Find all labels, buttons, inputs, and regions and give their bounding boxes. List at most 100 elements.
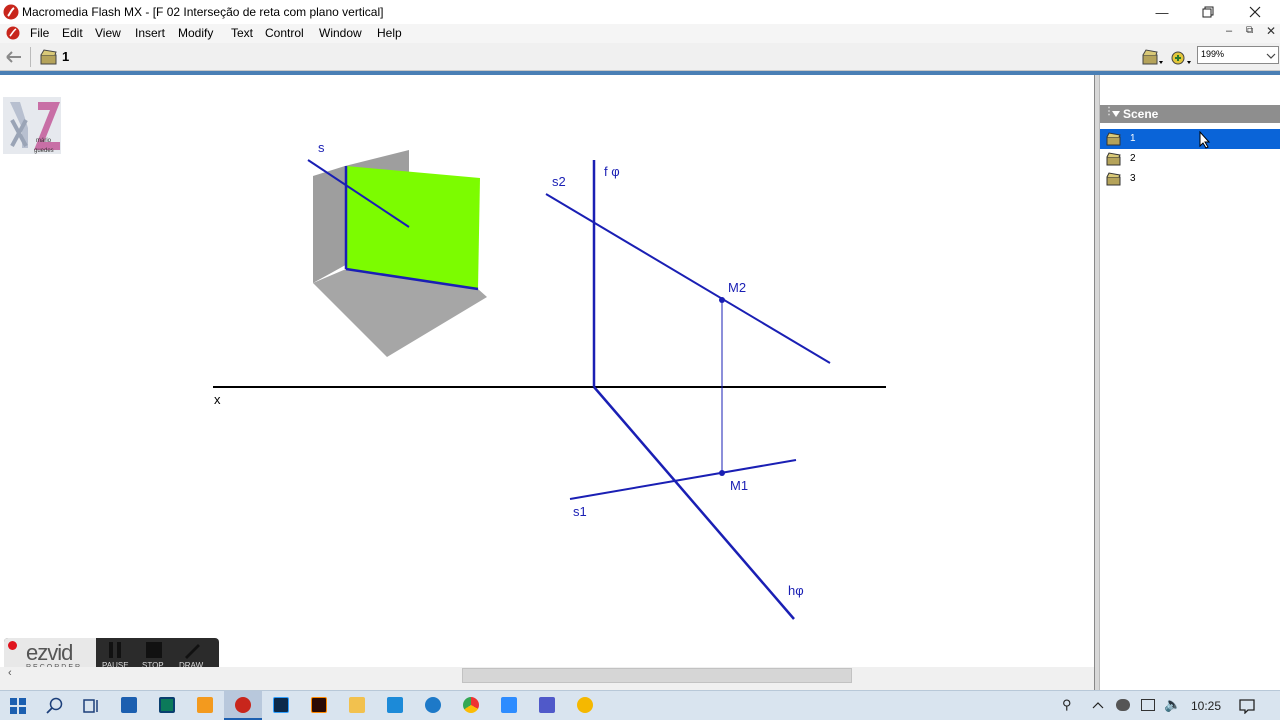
scene-item-2[interactable]: 2 [1100, 149, 1280, 169]
menu-view[interactable]: View [95, 26, 121, 40]
label-s: s [318, 140, 325, 155]
scene-panel: ⋮ Scene 1 2 3 [1100, 75, 1280, 690]
line-s2 [545, 193, 831, 364]
flash-taskbar-active[interactable] [224, 691, 262, 720]
illustrator-icon[interactable] [311, 697, 327, 713]
label-M2: M2 [728, 280, 746, 295]
doc-restore-button[interactable]: ⧉ [1246, 25, 1253, 36]
teams-icon[interactable] [539, 697, 555, 713]
stage-canvas[interactable]: mário guedes s x f φ hφ s2 s1 M2 M1 [0, 75, 1096, 670]
chrome-icon[interactable] [463, 697, 479, 713]
menu-bar: File Edit View Insert Modify Text Contro… [0, 24, 1280, 43]
flash-app-icon [3, 4, 19, 20]
chevron-down-icon [1266, 53, 1276, 59]
label-M1: M1 [730, 478, 748, 493]
tray-chevron-up-icon[interactable] [1092, 700, 1104, 710]
logo-line1: mário [36, 138, 52, 144]
horizontal-trace-h-phi [593, 386, 795, 620]
edge-icon[interactable] [425, 697, 441, 713]
windows-start-icon[interactable] [10, 698, 26, 714]
doc-minimize-button[interactable]: – [1226, 25, 1232, 37]
scene-clapper-icon [1106, 152, 1121, 166]
plane-perspective-figure [307, 150, 487, 357]
restore-icon [1202, 6, 1214, 18]
author-logo: mário guedes [3, 97, 61, 154]
screen-app-icon[interactable] [159, 697, 175, 713]
document-icon[interactable] [6, 26, 20, 40]
scrollbar-thumb[interactable] [462, 668, 852, 683]
onedrive-icon[interactable] [1116, 699, 1130, 711]
store-icon[interactable] [121, 697, 137, 713]
pause-icon [109, 642, 113, 658]
close-icon [1249, 6, 1261, 18]
menu-insert[interactable]: Insert [135, 26, 165, 40]
zoom-select[interactable]: 199% [1197, 46, 1279, 64]
doc-close-button[interactable]: ✕ [1266, 24, 1276, 38]
scene-item-3[interactable]: 3 [1100, 169, 1280, 189]
edit-bar: 1 199% [0, 43, 1280, 71]
title-bar: Macromedia Flash MX - [F 02 Interseção d… [0, 0, 1280, 24]
pencil-icon [185, 644, 200, 659]
menu-help[interactable]: Help [377, 26, 402, 40]
zoom-value: 199% [1201, 49, 1225, 59]
media-player-icon[interactable] [577, 697, 593, 713]
clock-time[interactable]: 10:25 [1191, 699, 1221, 713]
minimize-button[interactable]: — [1139, 0, 1185, 24]
menu-control[interactable]: Control [265, 26, 304, 40]
menu-edit[interactable]: Edit [62, 26, 83, 40]
menu-text[interactable]: Text [231, 26, 253, 40]
flash-taskbar-icon [235, 697, 251, 713]
scene-item-label: 1 [1130, 133, 1136, 144]
label-f-phi: f φ [604, 164, 620, 179]
volume-icon[interactable]: 🔈 [1164, 696, 1181, 713]
label-s1: s1 [573, 504, 587, 519]
ezvid-brand: ezvid [26, 640, 73, 665]
edit-bar-divider [30, 47, 31, 67]
label-x: x [214, 392, 221, 407]
app-icon-blue[interactable] [387, 697, 403, 713]
restore-button[interactable] [1185, 0, 1231, 24]
edit-scene-icon[interactable] [1142, 48, 1164, 66]
logo-line2: guedes [34, 148, 54, 154]
scene-panel-header[interactable]: ⋮ Scene [1100, 105, 1280, 123]
stop-icon [146, 642, 162, 658]
window-title: Macromedia Flash MX - [F 02 Interseção d… [22, 5, 384, 19]
green-vertical-plane [346, 166, 480, 289]
windows-taskbar: ⚲ 🔈 10:25 [0, 690, 1280, 720]
edit-symbols-icon[interactable] [1170, 48, 1192, 66]
scroll-left-icon[interactable]: ‹ [8, 667, 12, 679]
label-s2: s2 [552, 174, 566, 189]
task-view-icon[interactable] [82, 697, 100, 715]
scene-clapper-icon [1106, 172, 1121, 186]
menu-file[interactable]: File [30, 26, 49, 40]
search-icon[interactable] [46, 697, 64, 715]
collapse-triangle-icon[interactable] [1112, 110, 1121, 118]
zoom-icon[interactable] [501, 697, 517, 713]
scene-item-label: 3 [1130, 173, 1136, 184]
mouse-cursor-icon [1199, 131, 1211, 149]
photoshop-icon[interactable] [273, 697, 289, 713]
menu-window[interactable]: Window [319, 26, 362, 40]
line-s1 [569, 459, 797, 500]
back-arrow-icon[interactable] [6, 50, 22, 64]
scene-clapper-icon [1106, 132, 1121, 146]
record-dot-icon [8, 641, 17, 650]
point-M2 [719, 297, 725, 303]
battery-icon[interactable] [1141, 699, 1155, 711]
scene-clapper-icon [40, 49, 57, 65]
geometry-drawing: mário guedes s x f φ hφ s2 s1 M2 M1 [3, 97, 886, 620]
horizontal-scrollbar[interactable]: ‹ [0, 667, 1096, 690]
pause-icon-bar [117, 642, 121, 658]
notifications-icon[interactable] [1239, 698, 1255, 714]
menu-modify[interactable]: Modify [178, 26, 213, 40]
audacity-icon[interactable] [197, 697, 213, 713]
current-scene-label: 1 [62, 49, 70, 64]
people-icon[interactable]: ⚲ [1062, 697, 1072, 713]
close-button[interactable] [1232, 0, 1278, 24]
scene-item-label: 2 [1130, 153, 1136, 164]
point-M1 [719, 470, 725, 476]
label-h-phi: hφ [788, 583, 804, 598]
scene-item-1[interactable]: 1 [1100, 129, 1280, 149]
file-explorer-icon[interactable] [349, 697, 365, 713]
scene-panel-title: Scene [1123, 107, 1159, 121]
